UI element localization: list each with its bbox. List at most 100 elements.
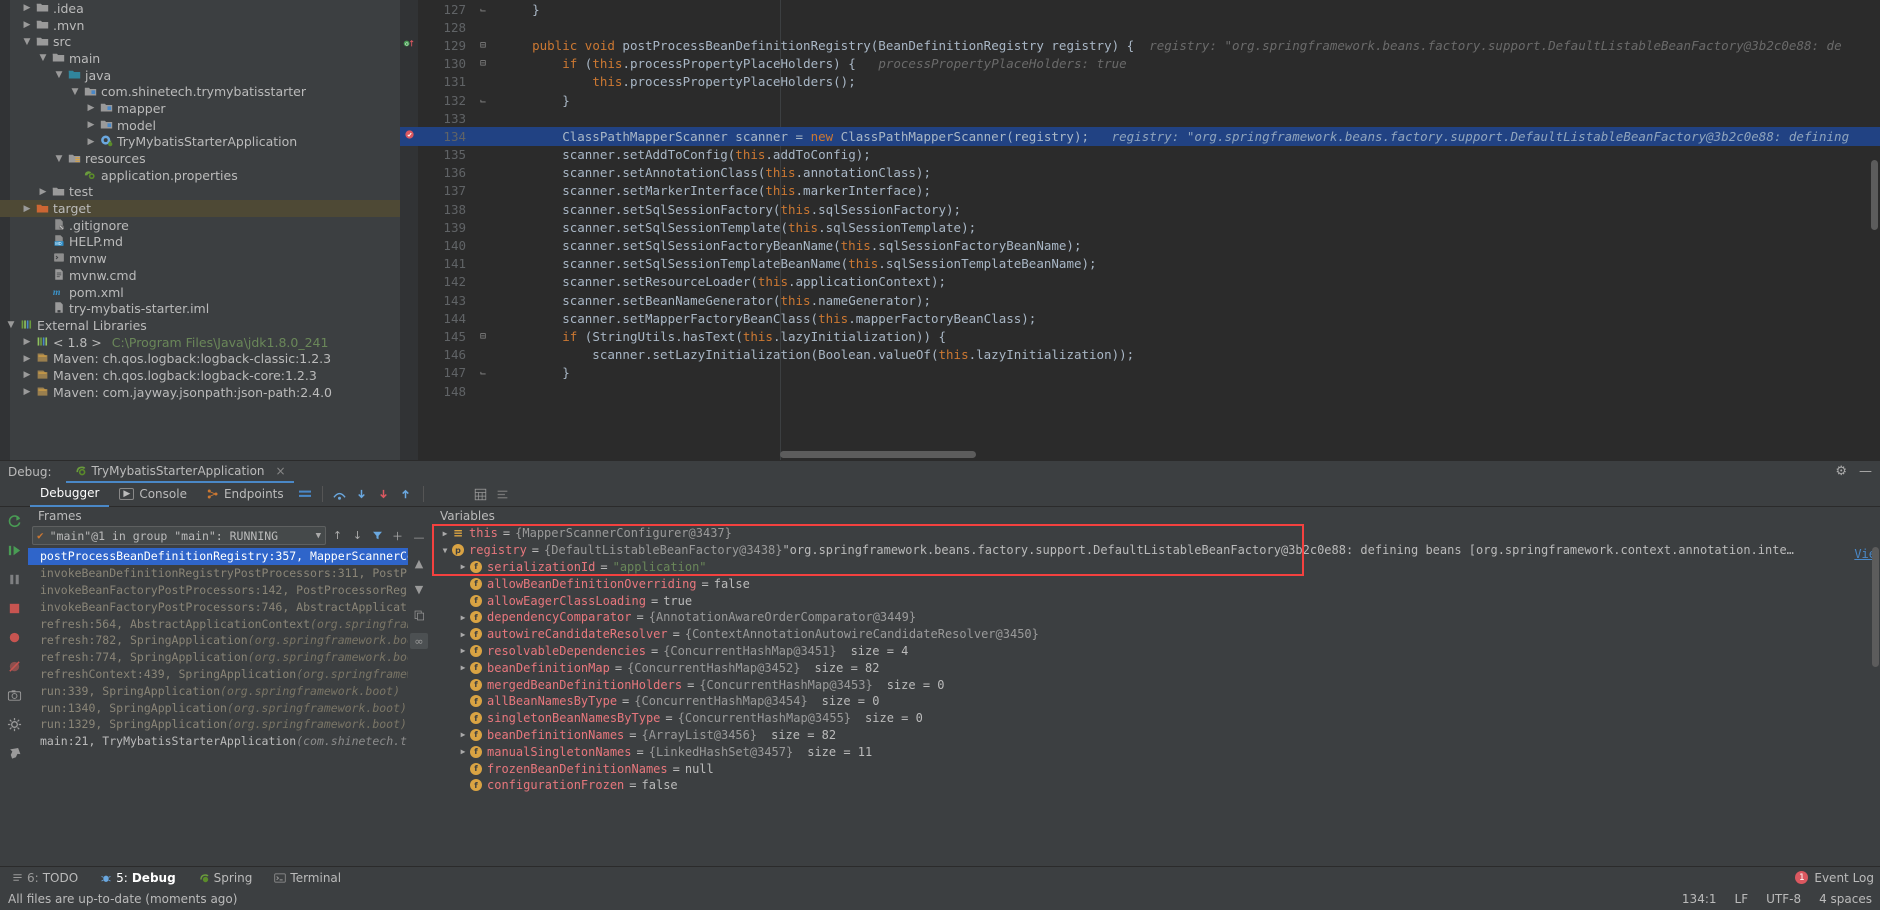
step-out-icon[interactable]	[395, 483, 417, 505]
frame-item[interactable]: invokeBeanDefinitionRegistryPostProcesso…	[28, 565, 408, 582]
chevron-right-icon[interactable]: ▶	[20, 20, 34, 30]
frames-down-button[interactable]: ↓	[349, 527, 366, 545]
force-step-into-icon[interactable]	[373, 483, 395, 505]
gear-icon[interactable]: ⚙	[1835, 464, 1847, 479]
editor-horizontal-scrollbar[interactable]	[780, 451, 976, 458]
code-editor[interactable]: 127 ⌐ } 128 O 129 ⊟ public void postProcessBe…	[400, 0, 1880, 460]
file-encoding[interactable]: UTF-8	[1766, 892, 1801, 906]
tree-item-target[interactable]: ▶ target	[0, 200, 400, 217]
code-line[interactable]: 128	[400, 18, 1880, 36]
code-line[interactable]: 127 ⌐ }	[400, 0, 1880, 18]
variable-row[interactable]: f allBeanNamesByType = {ConcurrentHashMap@3…	[430, 693, 1880, 710]
variable-row[interactable]: ▶ f dependencyComparator = {AnnotationAwareO…	[430, 609, 1880, 626]
tool-window-terminal[interactable]: Terminal	[270, 871, 345, 885]
tree-item-pom-xml[interactable]: m pom.xml	[0, 284, 400, 301]
tree-item-mvnw[interactable]: mvnw	[0, 250, 400, 267]
tree-item-try-mybatis-starter-iml[interactable]: try-mybatis-starter.iml	[0, 300, 400, 317]
thread-selector-row[interactable]: ✔ "main"@1 in group "main": RUNNING ▼ ↑ …	[28, 525, 408, 548]
layout-settings-icon[interactable]	[294, 483, 316, 505]
tree-item-mapper[interactable]: ▶ mapper	[0, 100, 400, 117]
tree-item-mvnw-cmd[interactable]: mvnw.cmd	[0, 267, 400, 284]
tree-item-java[interactable]: ▼ java	[0, 67, 400, 84]
tree-item-test[interactable]: ▶ test	[0, 184, 400, 201]
tree-item-trymybatisstarterapplication[interactable]: ▶ TryMybatisStarterApplication	[0, 134, 400, 151]
tree-item-src[interactable]: ▼ src	[0, 33, 400, 50]
frames-panel[interactable]: Frames ✔ "main"@1 in group "main": RUNNI…	[28, 507, 408, 866]
breakpoint-icon[interactable]	[400, 129, 418, 143]
editor-vertical-scrollbar[interactable]	[1871, 160, 1878, 230]
chevron-right-icon[interactable]: ▶	[456, 646, 470, 655]
code-line[interactable]: 130 ⊟ if (this.processPropertyPlaceHolder…	[400, 55, 1880, 73]
code-line[interactable]: 145 ⊟ if (StringUtils.hasText(this.lazyIn…	[400, 327, 1880, 345]
variables-side-tools[interactable]: — ▲ ▼ ∞	[408, 507, 430, 866]
fold-start-icon[interactable]: ⊟	[474, 58, 492, 69]
frames-list[interactable]: postProcessBeanDefinitionRegistry:357, M…	[28, 548, 408, 866]
tree-item-help-md[interactable]: MD HELP.md	[0, 234, 400, 251]
chevron-down-icon[interactable]: ▼	[438, 546, 452, 555]
evaluate-expression-icon[interactable]	[470, 483, 492, 505]
pause-icon[interactable]	[4, 569, 24, 589]
code-line[interactable]: 137 scanner.setMarkerInterface(this.mark…	[400, 182, 1880, 200]
code-line[interactable]: 143 scanner.setBeanNameGenerator(this.na…	[400, 291, 1880, 309]
rerun-icon[interactable]	[4, 511, 24, 531]
scroll-down-icon[interactable]: ▼	[410, 581, 428, 597]
copy-icon[interactable]	[410, 607, 428, 623]
debug-run-controls[interactable]	[0, 507, 28, 866]
chevron-down-icon[interactable]: ▼	[52, 70, 66, 80]
code-line[interactable]: 146 scanner.setLazyInitialization(Boolea…	[400, 346, 1880, 364]
frame-item[interactable]: refreshContext:439, SpringApplication (o…	[28, 666, 408, 683]
frame-item[interactable]: run:339, SpringApplication (org.springfr…	[28, 682, 408, 699]
debugger-tab-bar[interactable]: Debugger ▶ Console Endpoints	[0, 482, 1880, 507]
tree-item-1-8[interactable]: ▶ < 1.8 > C:\Program Files\Java\jdk1.8.0_2…	[0, 334, 400, 351]
chevron-right-icon[interactable]: ▶	[84, 103, 98, 113]
variable-row[interactable]: ▶ ≡ this = {MapperScannerConfigurer@3437}	[430, 525, 1880, 542]
scroll-up-icon[interactable]: ▲	[410, 555, 428, 571]
code-line[interactable]: 136 scanner.setAnnotationClass(this.anno…	[400, 164, 1880, 182]
chevron-right-icon[interactable]: ▶	[456, 630, 470, 639]
step-into-icon[interactable]	[351, 483, 373, 505]
settings-list-icon[interactable]	[492, 483, 514, 505]
thread-selector[interactable]: ✔ "main"@1 in group "main": RUNNING ▼	[32, 526, 326, 545]
variable-row[interactable]: f allowBeanDefinitionOverriding = false	[430, 575, 1880, 592]
chevron-down-icon[interactable]: ▼	[4, 320, 18, 330]
variable-row[interactable]: ▶ f beanDefinitionNames = {ArrayList@3456} si…	[430, 727, 1880, 744]
variable-row[interactable]: ▶ f resolvableDependencies = {ConcurrentHash…	[430, 643, 1880, 660]
watches-icon[interactable]: ∞	[410, 633, 428, 649]
debug-title-actions[interactable]: ⚙ —	[1835, 464, 1872, 479]
tree-item-idea[interactable]: ▶ .idea	[0, 0, 400, 17]
frame-item[interactable]: invokeBeanFactoryPostProcessors:142, Pos…	[28, 582, 408, 599]
variable-row[interactable]: f frozenBeanDefinitionNames = null	[430, 760, 1880, 777]
frames-up-button[interactable]: ↑	[329, 527, 346, 545]
project-tree-panel[interactable]: ▶ .idea ▶ .mvn ▼ src ▼ main ▼ java ▼ com.shinetech.…	[0, 0, 400, 460]
chevron-right-icon[interactable]: ▶	[456, 663, 470, 672]
chevron-right-icon[interactable]: ▶	[456, 730, 470, 739]
variable-row[interactable]: ▶ f serializationId = "application"	[430, 559, 1880, 576]
chevron-right-icon[interactable]: ▶	[36, 187, 50, 197]
chevron-right-icon[interactable]: ▶	[456, 562, 470, 571]
caret-position[interactable]: 134:1	[1682, 892, 1717, 906]
code-line[interactable]: 147 ⌐ }	[400, 364, 1880, 382]
code-line[interactable]: 144 scanner.setMapperFactoryBeanClass(th…	[400, 309, 1880, 327]
override-method-icon[interactable]: O	[400, 38, 418, 52]
code-line[interactable]: 135 scanner.setAddToConfig(this.addToCon…	[400, 146, 1880, 164]
remove-watch-icon[interactable]: —	[410, 529, 428, 545]
variable-row[interactable]: f mergedBeanDefinitionHolders = {Concurrent…	[430, 676, 1880, 693]
event-log-area[interactable]: 1 Event Log	[1795, 871, 1874, 885]
frame-item[interactable]: invokeBeanFactoryPostProcessors:746, Abs…	[28, 598, 408, 615]
close-icon[interactable]: ×	[276, 464, 286, 478]
frame-item[interactable]: refresh:782, SpringApplication (org.spri…	[28, 632, 408, 649]
variables-scrollbar[interactable]	[1872, 547, 1879, 667]
chevron-right-icon[interactable]: ▶	[20, 387, 34, 397]
project-tree-rows[interactable]: ▶ .idea ▶ .mvn ▼ src ▼ main ▼ java ▼ com.shinetech.…	[0, 0, 400, 401]
variable-row[interactable]: ▼ p registry = {DefaultListableBeanFactory@3…	[430, 542, 1880, 559]
chevron-right-icon[interactable]: ▶	[456, 747, 470, 756]
frame-item[interactable]: run:1329, SpringApplication (org.springf…	[28, 716, 408, 733]
code-line[interactable]: 141 scanner.setSqlSessionTemplateBeanNam…	[400, 255, 1880, 273]
chevron-down-icon[interactable]: ▼	[52, 154, 66, 164]
variable-row[interactable]: ▶ f beanDefinitionMap = {ConcurrentHashMap@3…	[430, 659, 1880, 676]
tab-endpoints[interactable]: Endpoints	[197, 482, 294, 507]
tool-window-debug[interactable]: 5: Debug	[96, 871, 180, 885]
variables-panel[interactable]: Variables ▶ ≡ this = {MapperScannerConfigure…	[430, 507, 1880, 866]
chevron-down-icon[interactable]: ▼	[36, 53, 50, 63]
frame-item[interactable]: refresh:774, SpringApplication (org.spri…	[28, 649, 408, 666]
